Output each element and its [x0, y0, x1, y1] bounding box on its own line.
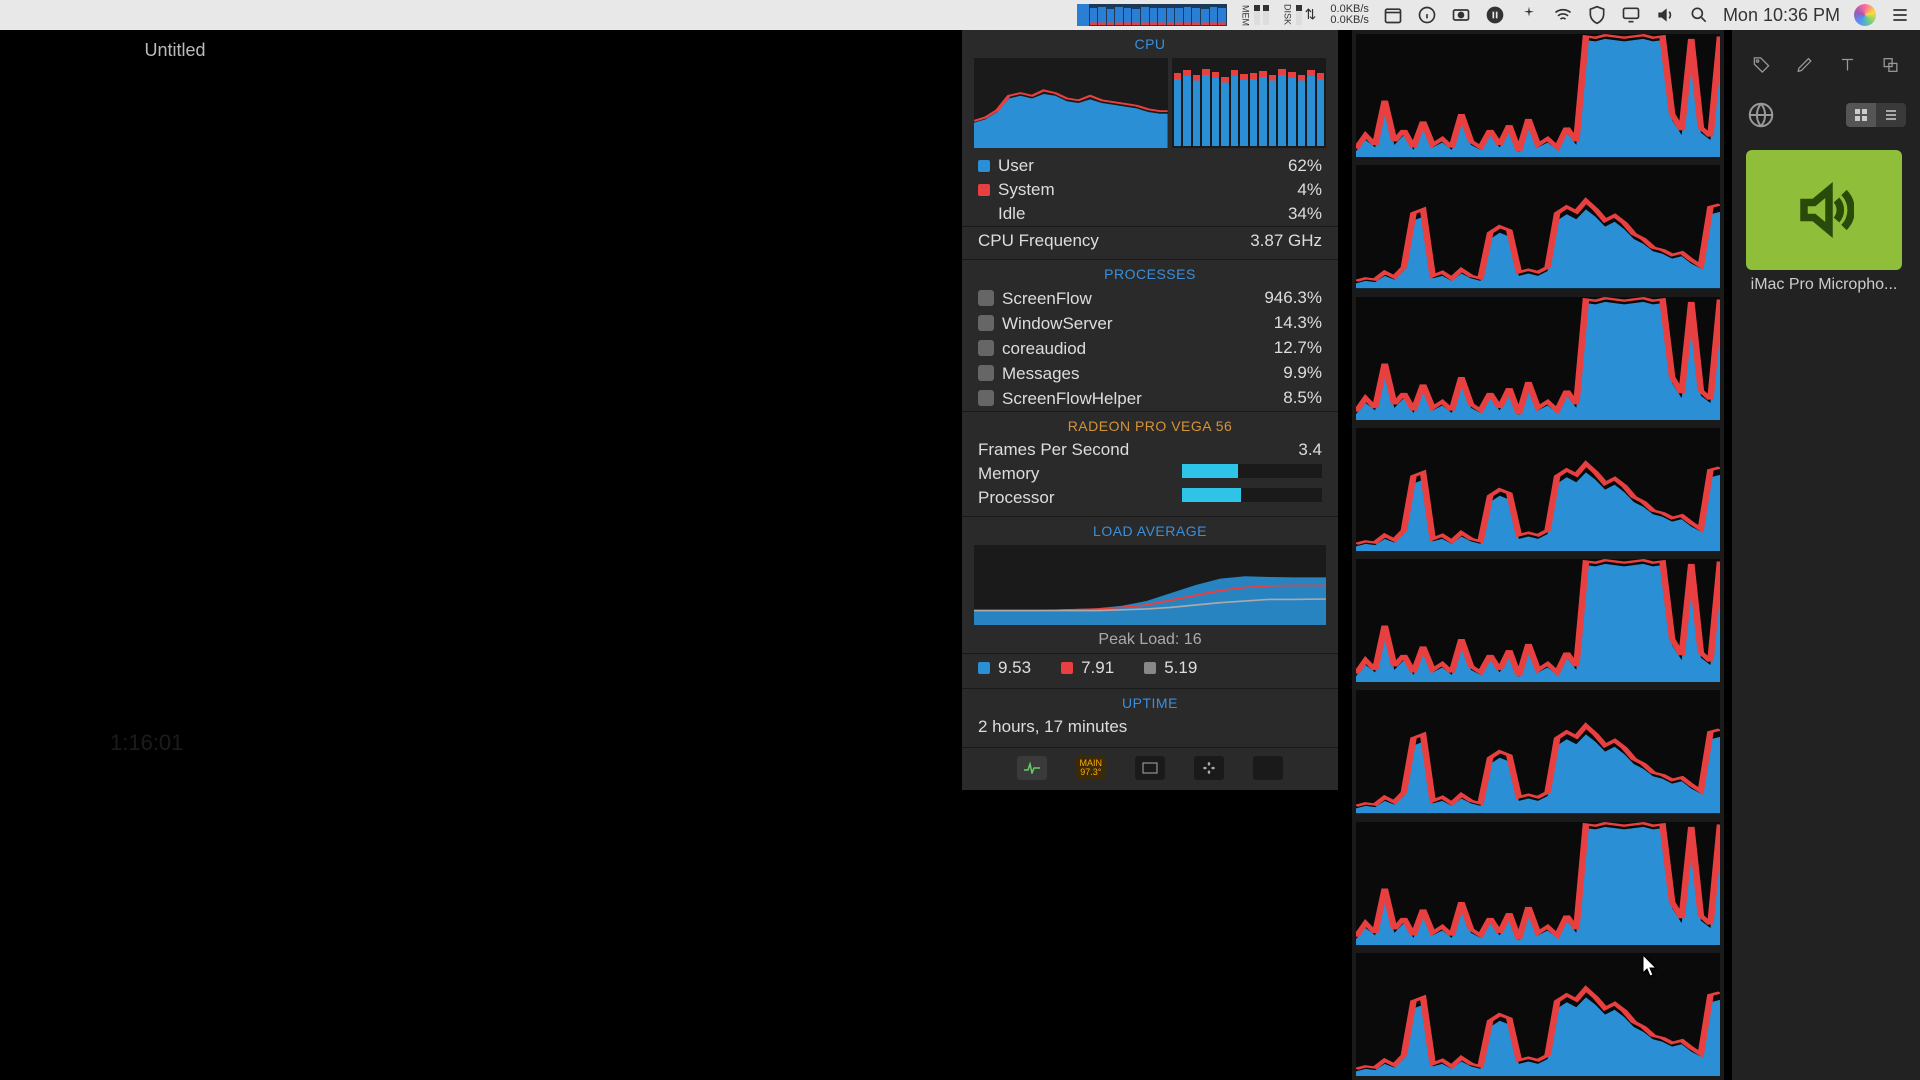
tag-icon[interactable] [1752, 52, 1771, 78]
istat-cpu-panel: CPU User62% System4% Idle34% CPU Frequen… [962, 30, 1338, 790]
per-core-column[interactable] [1352, 30, 1724, 1080]
media-label: iMac Pro Micropho... [1746, 270, 1902, 294]
shield-icon[interactable] [1587, 5, 1607, 25]
grid-view-icon[interactable] [1846, 103, 1876, 127]
menu-cpu-meter[interactable] [1077, 4, 1227, 26]
uptime-title: UPTIME [962, 688, 1338, 715]
timeline-timecode: 1:16:01 [110, 730, 183, 756]
cpu-user-row: User62% [962, 154, 1338, 178]
core-chart [1356, 559, 1720, 682]
notification-center-icon[interactable] [1890, 5, 1910, 25]
wifi-icon[interactable] [1553, 5, 1573, 25]
core-chart [1356, 953, 1720, 1076]
gpu-proc-row: Processor [962, 486, 1338, 516]
cpu-combined-chart [974, 58, 1326, 148]
tab-disk[interactable] [1135, 756, 1165, 780]
globe-icon[interactable] [1746, 100, 1776, 130]
mouse-cursor [1642, 954, 1660, 978]
core-chart [1356, 165, 1720, 288]
record-icon[interactable] [1451, 5, 1471, 25]
process-row[interactable]: coreaudiod12.7% [962, 336, 1338, 361]
background-app: 1:16:01 [0, 60, 960, 1080]
sparkle-icon[interactable] [1519, 5, 1539, 25]
process-row[interactable]: Messages9.9% [962, 361, 1338, 386]
info-icon[interactable] [1417, 5, 1437, 25]
load-title: LOAD AVERAGE [962, 516, 1338, 543]
gpu-title: RADEON PRO VEGA 56 [962, 411, 1338, 438]
gpu-mem-row: Memory [962, 462, 1338, 486]
gpu-fps-row: Frames Per Second3.4 [962, 438, 1338, 462]
load-average-chart [974, 545, 1326, 625]
search-icon[interactable] [1689, 5, 1709, 25]
core-chart [1356, 822, 1720, 945]
list-view-icon[interactable] [1876, 103, 1906, 127]
processes-title: PROCESSES [962, 259, 1338, 286]
text-icon[interactable] [1838, 52, 1857, 78]
menu-bar: MEM DISK⇅ 0.0KB/s0.0KB/s Mon 10:36 PM [0, 0, 1920, 30]
tab-sensors[interactable]: MAIN97.3° [1076, 756, 1106, 780]
cpu-section-title: CPU [962, 30, 1338, 56]
pencil-icon[interactable] [1795, 52, 1814, 78]
pause-icon[interactable] [1485, 5, 1505, 25]
cpu-idle-row: Idle34% [962, 202, 1338, 226]
view-toggle[interactable] [1846, 103, 1906, 127]
media-thumbnail[interactable] [1746, 150, 1902, 270]
istat-tab-bar: MAIN97.3° [962, 747, 1338, 790]
core-chart [1356, 428, 1720, 551]
core-chart [1356, 34, 1720, 157]
siri-icon[interactable] [1854, 4, 1876, 26]
cpu-system-row: System4% [962, 178, 1338, 202]
tab-gauge[interactable] [1253, 756, 1283, 780]
menu-net-meter[interactable]: 0.0KB/s0.0KB/s [1330, 4, 1369, 26]
screenflow-inspector: iMac Pro Micropho... [1732, 30, 1920, 1080]
volume-icon[interactable] [1655, 5, 1675, 25]
process-row[interactable]: ScreenFlowHelper8.5% [962, 386, 1338, 411]
speaker-icon [1794, 180, 1854, 240]
menu-mem-meter[interactable]: MEM [1241, 5, 1269, 26]
layers-icon[interactable] [1881, 52, 1900, 78]
process-row[interactable]: ScreenFlow946.3% [962, 286, 1338, 311]
window-title: Untitled [0, 40, 350, 61]
tab-activity[interactable] [1017, 756, 1047, 780]
core-chart [1356, 297, 1720, 420]
uptime-value: 2 hours, 17 minutes [962, 715, 1338, 747]
display-icon[interactable] [1621, 5, 1641, 25]
process-row[interactable]: WindowServer14.3% [962, 311, 1338, 336]
menu-disk-meter[interactable]: DISK⇅ [1283, 4, 1317, 25]
load-values-row: 9.53 7.91 5.19 [962, 653, 1338, 688]
cpu-frequency-row: CPU Frequency3.87 GHz [962, 226, 1338, 259]
core-chart [1356, 690, 1720, 813]
menu-clock[interactable]: Mon 10:36 PM [1723, 5, 1840, 26]
calendar-icon[interactable] [1383, 5, 1403, 25]
tab-fans[interactable] [1194, 756, 1224, 780]
load-peak-label: Peak Load: 16 [962, 631, 1338, 653]
